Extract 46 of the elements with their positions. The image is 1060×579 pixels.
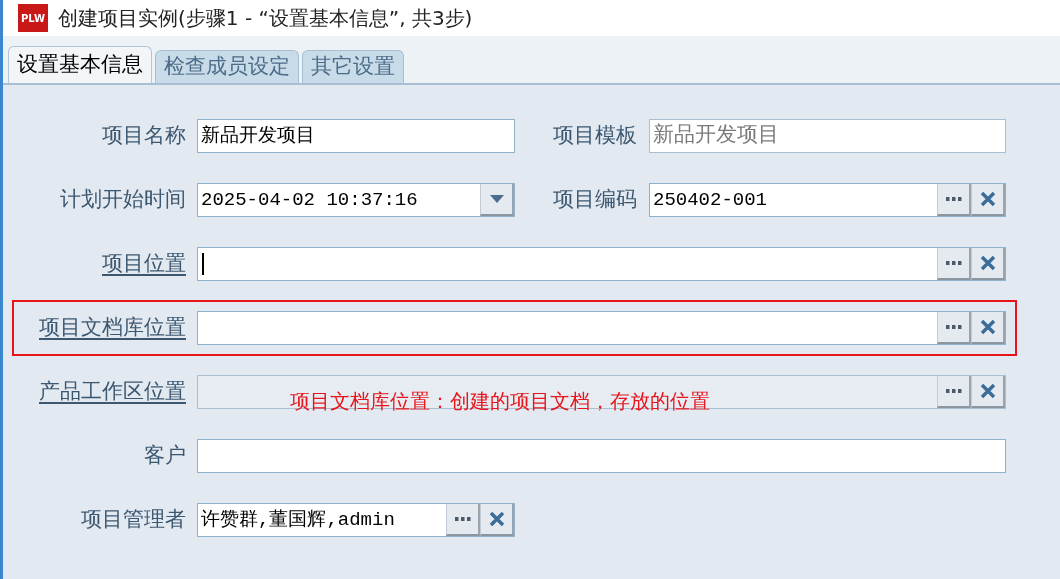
clear-button[interactable] [971,312,1005,344]
browse-button[interactable] [937,312,971,344]
tab[interactable]: 设置基本信息 [8,46,152,83]
field-label: 客户 [144,442,186,470]
close-icon [979,191,996,207]
field-value: 许赞群,董国辉,admin [200,507,396,533]
browse-button[interactable] [937,184,971,216]
field-label: 项目模板 [553,122,637,150]
caret-down-icon [489,195,504,203]
input-field[interactable]: 许赞群,董国辉,admin [197,503,515,537]
input-field[interactable]: 新品开发项目 [197,119,515,153]
dropdown-button[interactable] [480,184,514,216]
input-field[interactable] [197,311,1006,345]
input-field[interactable] [197,247,1006,281]
field-label[interactable]: 项目位置 [102,248,186,280]
field-value: 新品开发项目 [200,123,316,149]
ellipsis-icon [945,261,962,265]
ellipsis-icon [454,517,471,521]
date-field[interactable]: 2025-04-02 10:37:16 [197,183,515,217]
field-value: 250402-001 [652,187,769,213]
ellipsis-icon [945,325,962,329]
tab[interactable]: 其它设置 [302,50,404,83]
window-title: 创建项目实例(步骤1 - “设置基本信息”, 共3步) [58,5,473,32]
annotation-note: 项目文档库位置：创建的项目文档，存放的位置 [290,388,710,415]
browse-button[interactable] [446,504,480,536]
browse-button[interactable] [937,248,971,280]
field-label: 项目管理者 [81,506,186,534]
field-label: 项目名称 [102,122,186,150]
clear-button[interactable] [480,504,514,536]
ellipsis-icon [945,197,962,201]
close-icon [979,383,996,399]
input-field[interactable]: 250402-001 [649,183,1006,217]
clear-button[interactable] [971,184,1005,216]
field-label: 项目编码 [553,186,637,214]
field-value: 新品开发项目 [652,122,780,150]
close-icon [979,255,996,271]
ellipsis-icon [945,389,962,393]
app-logo: PLW [18,4,48,32]
close-icon [979,319,996,335]
tab[interactable]: 检查成员设定 [155,50,299,83]
field-value: 2025-04-02 10:37:16 [200,187,419,213]
clear-button[interactable] [971,248,1005,280]
field-label: 计划开始时间 [60,186,186,214]
field-label[interactable]: 项目文档库位置 [39,312,186,344]
input-field[interactable] [197,439,1006,473]
close-icon [488,511,505,527]
